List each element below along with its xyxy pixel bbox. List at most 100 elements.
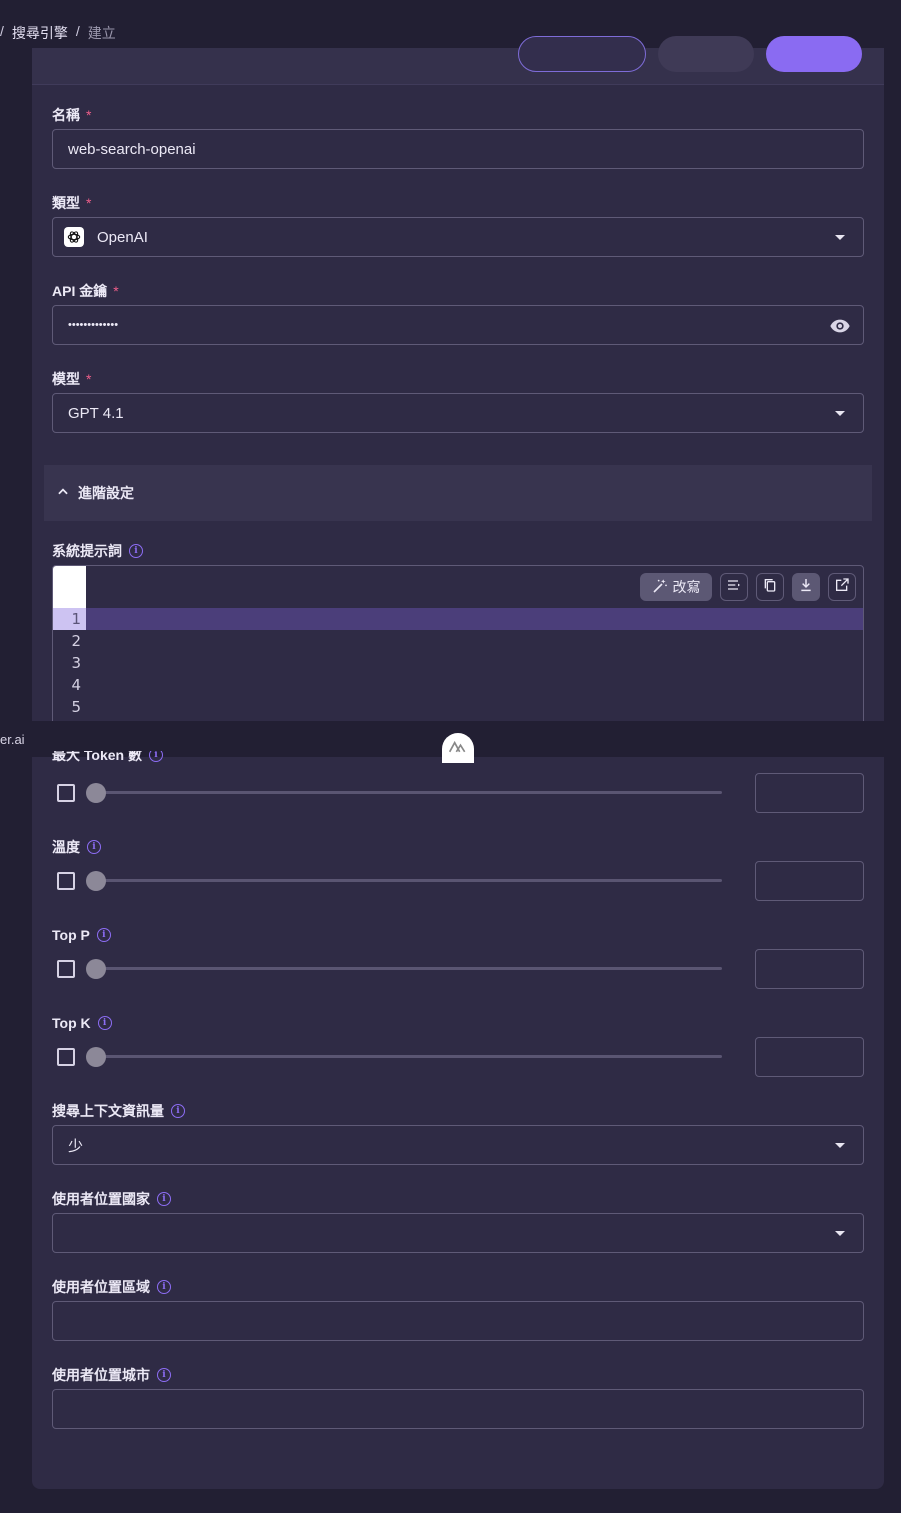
model-select[interactable]: GPT 4.1 (52, 393, 864, 433)
user-city-label: 使用者位置城市 i (52, 1366, 171, 1384)
temperature-label: 溫度 i (52, 838, 101, 856)
temperature-slider-track[interactable] (96, 879, 722, 882)
breadcrumb-separator: / (0, 23, 4, 39)
format-button[interactable] (720, 573, 748, 601)
open-external-button[interactable] (828, 573, 856, 601)
user-country-select[interactable] (52, 1213, 864, 1253)
form-card (32, 36, 884, 1489)
temperature-checkbox[interactable] (57, 872, 75, 890)
temperature-label-text: 溫度 (52, 839, 80, 855)
rewrite-button[interactable]: 改寫 (640, 573, 712, 601)
line-number: 5 (71, 698, 81, 716)
search-context-label: 搜尋上下文資訊量 i (52, 1102, 185, 1120)
api-key-input-value: ••••••••••••• (68, 319, 119, 331)
info-icon[interactable]: i (157, 1192, 171, 1206)
api-key-label-text: API 金鑰 (52, 283, 108, 299)
max-tokens-slider-track[interactable] (96, 791, 722, 794)
type-select[interactable]: OpenAI (52, 217, 864, 257)
info-icon[interactable]: i (97, 1016, 112, 1030)
advanced-settings-toggle[interactable]: 進階設定 (44, 465, 872, 521)
card-header (32, 36, 884, 85)
header-tonal-button[interactable] (658, 36, 754, 72)
info-icon[interactable]: i (148, 751, 163, 762)
max-tokens-checkbox[interactable] (57, 784, 75, 802)
user-city-label-text: 使用者位置城市 (52, 1367, 150, 1383)
nuxt-devtools-button[interactable] (442, 733, 474, 763)
search-context-label-text: 搜尋上下文資訊量 (52, 1103, 164, 1119)
type-select-value: OpenAI (97, 228, 148, 246)
name-input-value: web-search-openai (68, 140, 196, 158)
search-context-select-value: 少 (68, 1137, 84, 1155)
temperature-slider-thumb[interactable] (86, 871, 106, 891)
breadcrumb-item-search-engines[interactable]: 搜尋引擎 (12, 23, 68, 43)
rewrite-button-label: 改寫 (672, 579, 701, 595)
info-icon[interactable]: i (171, 1104, 185, 1118)
user-country-label-text: 使用者位置國家 (52, 1191, 150, 1207)
chevron-down-icon (835, 1143, 845, 1148)
line-number: 3 (71, 654, 81, 672)
model-label-text: 模型 (52, 371, 80, 387)
copy-button[interactable] (756, 573, 784, 601)
required-mark: * (113, 283, 119, 299)
top-p-label-text: Top P (52, 927, 90, 943)
active-line-highlight (86, 608, 863, 630)
name-input[interactable]: web-search-openai (52, 129, 864, 169)
name-label: 名稱 * (52, 106, 91, 124)
top-p-label: Top P i (52, 926, 111, 944)
api-key-input[interactable]: ••••••••••••• (52, 305, 864, 345)
download-button[interactable] (792, 573, 820, 601)
magic-wand-icon (652, 578, 668, 597)
max-tokens-input[interactable] (755, 773, 864, 813)
top-k-label: Top K i (52, 1014, 112, 1032)
format-lines-icon (726, 577, 742, 598)
user-city-input[interactable] (52, 1389, 864, 1429)
top-p-input[interactable] (755, 949, 864, 989)
name-label-text: 名稱 (52, 107, 80, 123)
chevron-up-icon (56, 485, 70, 502)
max-tokens-label-text: 最大 Token 數 (52, 751, 142, 763)
max-tokens-label: 最大 Token 數 i (52, 751, 163, 763)
advanced-settings-label: 進階設定 (78, 485, 134, 501)
info-icon[interactable]: i (157, 1280, 171, 1294)
info-icon[interactable]: i (157, 1368, 171, 1382)
required-mark: * (86, 195, 92, 211)
header-outline-button[interactable] (518, 36, 646, 72)
eye-icon[interactable] (829, 315, 851, 341)
top-k-checkbox[interactable] (57, 1048, 75, 1066)
required-mark: * (86, 107, 92, 123)
info-icon[interactable]: i (129, 544, 143, 558)
top-k-slider-thumb[interactable] (86, 1047, 106, 1067)
nuxt-logo-icon (448, 739, 468, 758)
site-url-text: er.ai (0, 732, 25, 747)
system-prompt-label-text: 系統提示詞 (52, 543, 122, 559)
top-k-input[interactable] (755, 1037, 864, 1077)
chevron-down-icon (835, 1231, 845, 1236)
line-number: 2 (71, 632, 81, 650)
chevron-down-icon (835, 235, 845, 240)
chevron-down-icon (835, 411, 845, 416)
top-k-slider-track[interactable] (96, 1055, 722, 1058)
top-p-slider-thumb[interactable] (86, 959, 106, 979)
max-tokens-slider-thumb[interactable] (86, 783, 106, 803)
required-mark: * (86, 371, 92, 387)
system-prompt-label: 系統提示詞 i (52, 542, 143, 560)
api-key-label: API 金鑰 * (52, 282, 119, 300)
gutter-header (53, 566, 86, 608)
header-primary-button[interactable] (766, 36, 862, 72)
search-context-select[interactable]: 少 (52, 1125, 864, 1165)
info-icon[interactable]: i (96, 928, 111, 942)
copy-icon (762, 577, 778, 598)
top-p-checkbox[interactable] (57, 960, 75, 978)
temperature-input[interactable] (755, 861, 864, 901)
info-icon[interactable]: i (87, 840, 101, 854)
line-number: 4 (71, 676, 81, 694)
user-region-label: 使用者位置區域 i (52, 1278, 171, 1296)
breadcrumb-separator: / (75, 23, 80, 39)
type-label-text: 類型 (52, 195, 80, 211)
top-p-slider-track[interactable] (96, 967, 722, 970)
top-k-label-text: Top K (52, 1015, 91, 1031)
user-country-label: 使用者位置國家 i (52, 1190, 171, 1208)
download-icon (798, 577, 814, 598)
system-prompt-editor[interactable]: 1 2 3 4 5 改寫 (52, 565, 864, 725)
user-region-input[interactable] (52, 1301, 864, 1341)
